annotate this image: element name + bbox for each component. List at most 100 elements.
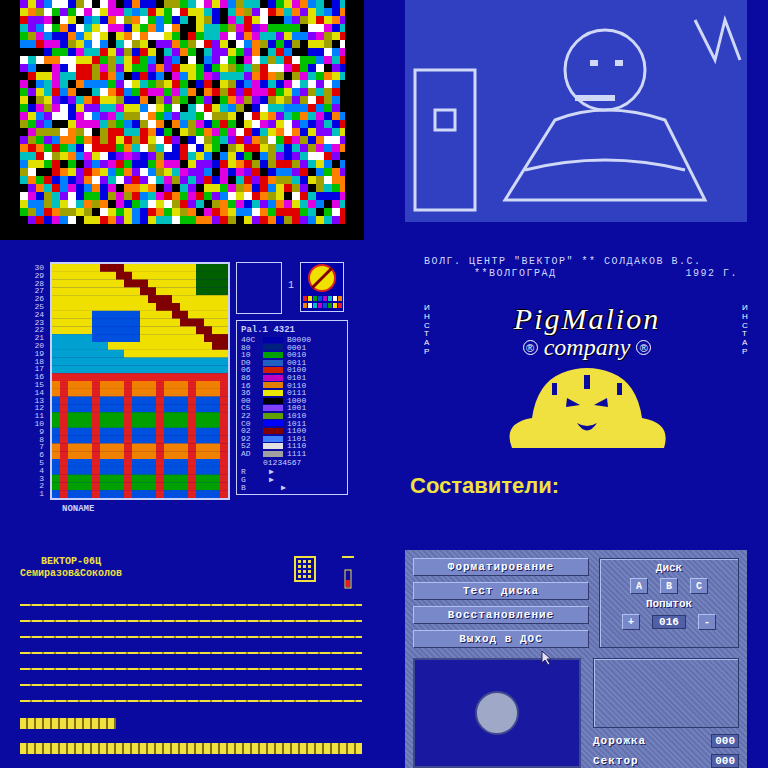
channel-track[interactable]: ▶	[263, 484, 323, 492]
canvas-frame	[50, 262, 230, 500]
row-number: 21	[22, 334, 44, 342]
dash-line	[20, 636, 362, 638]
palette-row[interactable]: 160110	[241, 382, 343, 390]
palette-frame: Pal.1 432140CB0000800001100010D000110601…	[236, 320, 348, 495]
palette-row[interactable]: AD1111	[241, 450, 343, 458]
palette-swatch[interactable]	[263, 344, 283, 350]
channel-row[interactable]: G▶	[241, 476, 343, 484]
disk-option[interactable]: B	[660, 578, 678, 594]
row-number: 19	[22, 350, 44, 358]
pixel-canvas[interactable]	[52, 264, 228, 498]
palette-swatch[interactable]	[263, 382, 283, 388]
palette-row[interactable]: 521110	[241, 442, 343, 450]
palette-swatch[interactable]	[263, 413, 283, 419]
palette-swatch[interactable]	[263, 436, 283, 442]
line-stack	[20, 604, 362, 702]
palette-row[interactable]: 860101	[241, 374, 343, 382]
palette-row[interactable]: 40C B0000	[241, 336, 343, 344]
palette-bits: 1111	[287, 450, 306, 458]
palette-row[interactable]: C0 1011	[241, 420, 343, 428]
row-number: 16	[22, 373, 44, 381]
palette-bits: 1011	[287, 420, 306, 428]
row-number: 22	[22, 326, 44, 334]
palette-swatch[interactable]	[263, 367, 283, 373]
palette-row[interactable]: 060100	[241, 366, 343, 374]
channel-row[interactable]: R▶	[241, 468, 343, 476]
palette-swatch[interactable]	[263, 451, 283, 457]
palette-row[interactable]: 100010	[241, 351, 343, 359]
palette-swatch[interactable]	[263, 360, 283, 366]
row-number: 15	[22, 381, 44, 389]
palette-swatch[interactable]	[263, 352, 283, 358]
palette-code: 40C	[241, 336, 259, 344]
dash-line	[20, 620, 362, 622]
channel-track[interactable]: ▶	[263, 476, 323, 484]
row-number: 30	[22, 264, 44, 272]
channel-track[interactable]: ▶	[263, 468, 323, 476]
disk-options: ABC	[630, 578, 708, 594]
collage: 3029282726252423222120191817161514131211…	[0, 0, 768, 768]
noise-screen	[0, 0, 384, 240]
city-line: **ВОЛГОГРАД1992 Г.	[424, 268, 750, 280]
palette-swatch[interactable]	[263, 443, 283, 449]
mouse-cursor-icon	[541, 650, 553, 666]
channel-row[interactable]: B▶	[241, 484, 343, 492]
channel-marker[interactable]: ▶	[281, 484, 286, 492]
palette-icon[interactable]	[300, 262, 344, 312]
palette-row[interactable]: D00011	[241, 359, 343, 367]
keyboard-icon[interactable]	[294, 556, 316, 582]
palette-row[interactable]: 021100	[241, 427, 343, 435]
palette-bits: 0010	[287, 351, 306, 359]
row-number: 2	[22, 482, 44, 490]
palette-code: 80	[241, 344, 259, 352]
row-number: 11	[22, 412, 44, 420]
palette-bits: B0000	[287, 336, 311, 344]
palette-row[interactable]: 001000	[241, 397, 343, 405]
gauge-icon	[342, 556, 354, 590]
palette-swatch[interactable]	[263, 420, 283, 426]
palette-code: C5	[241, 404, 259, 412]
menu-button[interactable]: Выход в ДОС	[413, 630, 589, 648]
decrement-button[interactable]: -	[698, 614, 716, 630]
vector-titles: ВЕКТОР-06ЦСемиразов&Соколов	[20, 556, 122, 580]
palette-swatch[interactable]	[263, 428, 283, 434]
palette-row[interactable]: C51001	[241, 404, 343, 412]
row-number: 7	[22, 443, 44, 451]
progress-bar	[20, 718, 362, 729]
disk-top: Форматирование Тест диска Восстановление Вы…	[413, 558, 739, 648]
bar-stack	[20, 718, 362, 754]
palette-swatch[interactable]	[263, 337, 283, 343]
disk-option[interactable]: C	[690, 578, 708, 594]
menu-button[interactable]: Форматирование	[413, 558, 589, 576]
palette-row[interactable]: 921101	[241, 435, 343, 443]
channel-marker[interactable]: ▶	[269, 476, 274, 484]
disk-option[interactable]: A	[630, 578, 648, 594]
channel-marker[interactable]: ▶	[269, 468, 274, 476]
palette-swatch[interactable]	[263, 405, 283, 411]
readout-value: 000	[711, 734, 739, 748]
increment-button[interactable]: +	[622, 614, 640, 630]
palette-swatch[interactable]	[263, 398, 283, 404]
preview-number: 1	[288, 262, 294, 291]
row-number: 5	[22, 459, 44, 467]
menu-button[interactable]: Тест диска	[413, 582, 589, 600]
city-text: **ВОЛГОГРАД	[474, 268, 557, 280]
palette-row[interactable]: 221010	[241, 412, 343, 420]
vector-header: ВЕКТОР-06ЦСемиразов&Соколов	[20, 556, 362, 590]
palette-row[interactable]: 800001	[241, 344, 343, 352]
palette-swatch[interactable]	[263, 390, 283, 396]
row-number: 12	[22, 404, 44, 412]
disk-panel: Форматирование Тест диска Восстановление Вы…	[405, 550, 747, 768]
palette-code: C0	[241, 420, 259, 428]
menu-button[interactable]: Восстановление	[413, 606, 589, 624]
logo-row: ИНСТАРPigMalion®company®ИНСТАР	[424, 304, 750, 361]
palette-side: 1Pal.1 432140CB0000800001100010D00011060…	[236, 262, 348, 528]
row-number: 8	[22, 436, 44, 444]
row-number: 24	[22, 311, 44, 319]
canvas-column: NONAME	[50, 262, 230, 528]
artwork-picture	[405, 0, 747, 222]
logo-sub-row: ®company®	[523, 334, 652, 361]
palette-row[interactable]: 360111	[241, 389, 343, 397]
noise-area	[20, 0, 345, 225]
palette-swatch[interactable]	[263, 375, 283, 381]
